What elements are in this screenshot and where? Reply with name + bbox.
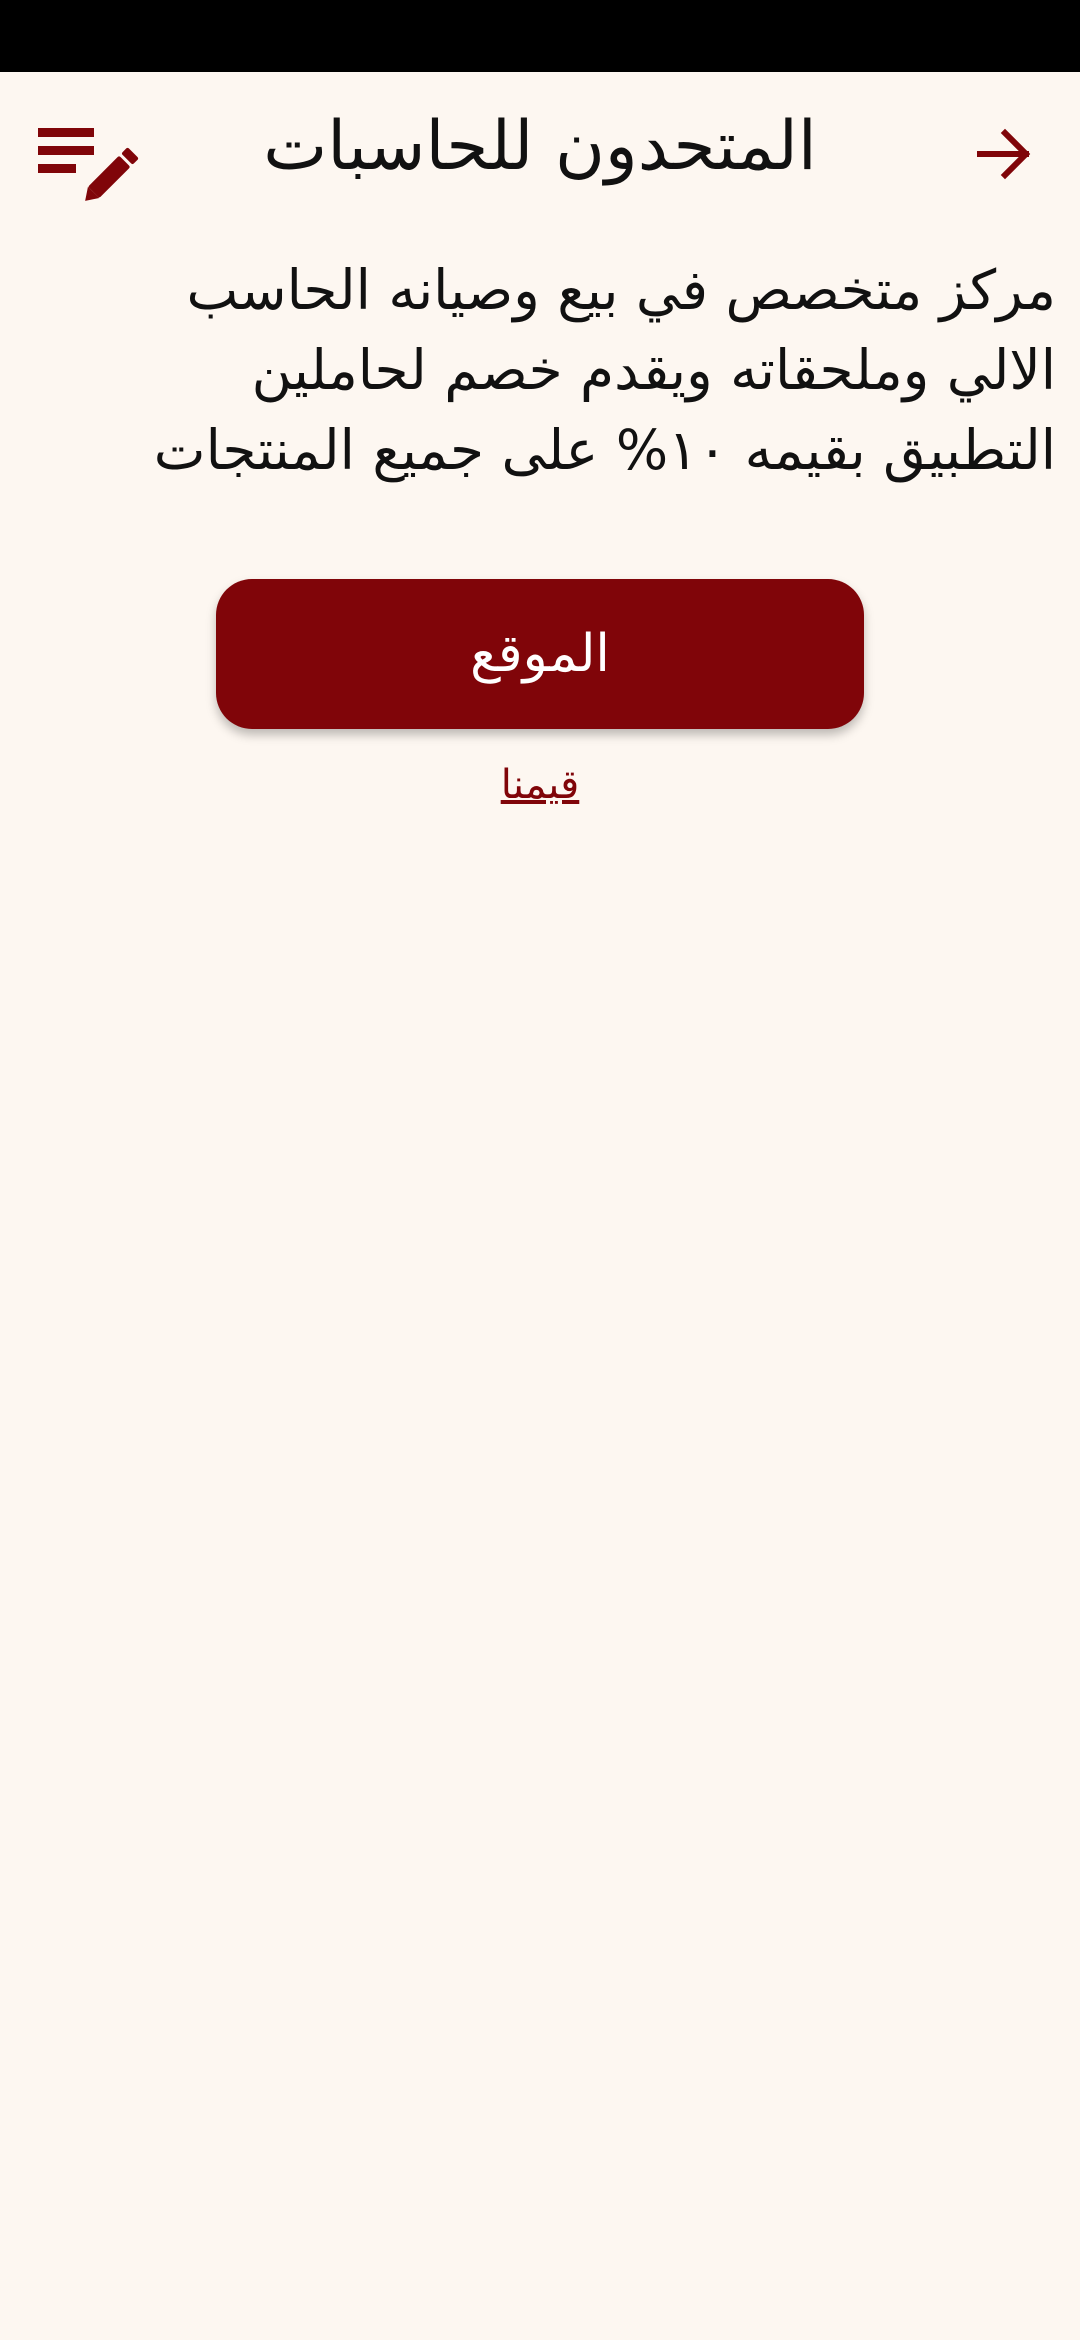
status-bar <box>0 0 1080 72</box>
arrow-right-icon <box>977 128 1031 180</box>
website-button[interactable]: الموقع <box>216 579 864 729</box>
app-bar: المتحدون للحاسبات <box>0 72 1080 242</box>
rate-us-link[interactable]: قيمنا <box>390 762 690 808</box>
edit-list-button[interactable] <box>30 116 140 216</box>
page-title: المتحدون للحاسبات <box>263 107 817 186</box>
store-description: مركز متخصص في بيع وصيانه الحاسب الالي وم… <box>153 258 1056 482</box>
edit-list-icon <box>38 128 139 201</box>
back-button[interactable] <box>964 114 1044 194</box>
